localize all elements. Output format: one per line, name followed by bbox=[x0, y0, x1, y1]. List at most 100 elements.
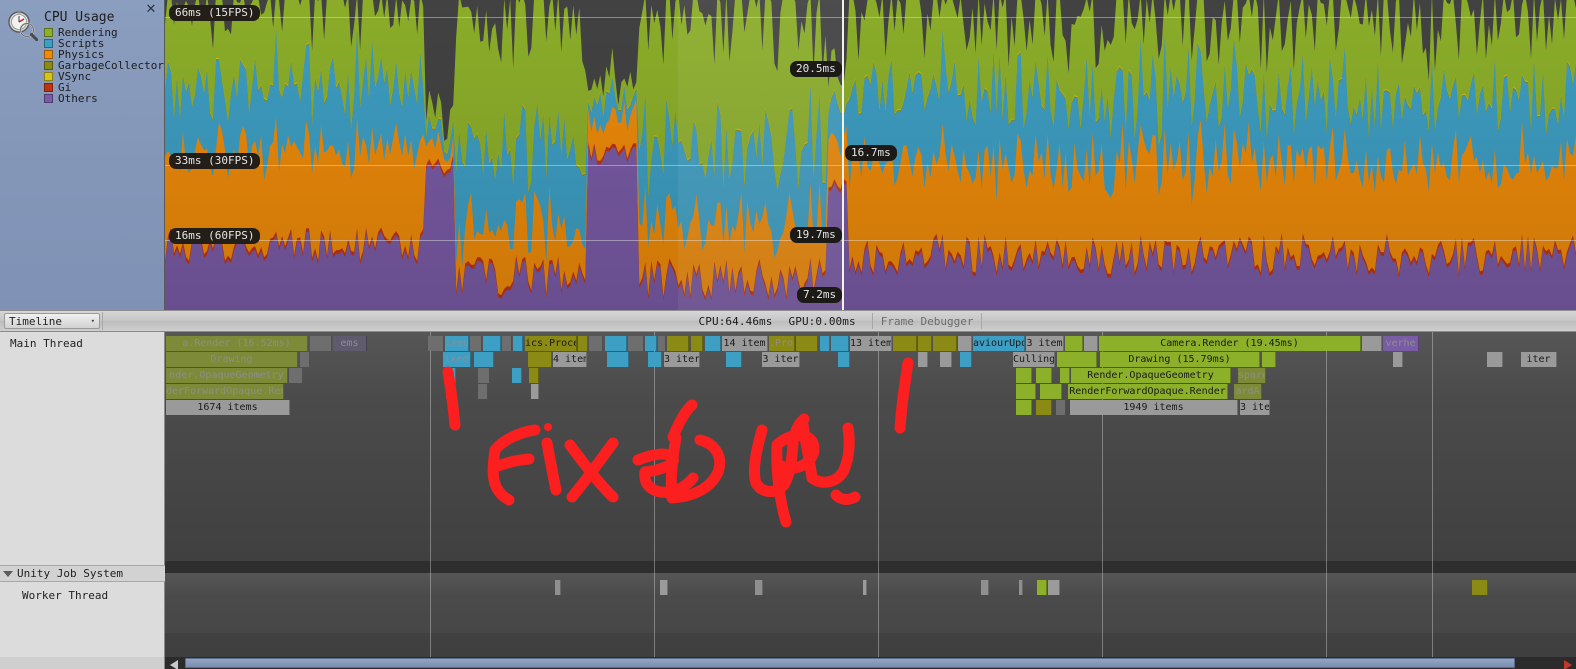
timeline-sample-main-2-1[interactable] bbox=[289, 368, 303, 383]
scrollbar-track[interactable] bbox=[165, 657, 1576, 669]
timeline-sample-main-0-15[interactable] bbox=[658, 336, 666, 351]
frame-debugger-button[interactable]: Frame Debugger bbox=[871, 313, 983, 329]
timeline-sample-main-2-7[interactable] bbox=[1036, 368, 1052, 383]
timeline-sample-main-1-20[interactable] bbox=[1487, 352, 1503, 367]
timeline-sample-main-1-0[interactable]: Drawing bbox=[166, 352, 298, 367]
timeline-sample-main-1-8[interactable]: 3 iter bbox=[664, 352, 700, 367]
timeline-sample-main-0-14[interactable] bbox=[645, 336, 657, 351]
timeline-sample-main-0-6[interactable] bbox=[483, 336, 501, 351]
timeline-sample-main-0-29[interactable]: aviourUpd bbox=[973, 336, 1025, 351]
thread-label-worker[interactable]: Worker Thread bbox=[22, 589, 108, 602]
cpu-usage-plot[interactable]: 66ms (15FPS) 33ms (30FPS) 16ms (60FPS) 2… bbox=[165, 0, 1576, 310]
timeline-sample-main-1-16[interactable] bbox=[1057, 352, 1097, 367]
timeline-sample-main-0-31[interactable] bbox=[1065, 336, 1083, 351]
timeline-sample-main-2-9[interactable]: Render.OpaqueGeometry bbox=[1071, 368, 1231, 383]
timeline-sample-main-0-3[interactable] bbox=[428, 336, 444, 351]
timeline-tracks[interactable]: a.Render (16.52ms) ems ixed ics.Proces 14 it… bbox=[165, 332, 1576, 657]
timeline-sample-worker-0-8[interactable] bbox=[1472, 580, 1488, 595]
timeline-sample-main-2-2[interactable] bbox=[446, 368, 456, 383]
frame-playhead[interactable] bbox=[842, 0, 844, 310]
timeline-sample-worker-0-3[interactable] bbox=[863, 580, 867, 595]
timeline-sample-main-0-32[interactable] bbox=[1084, 336, 1098, 351]
timeline-sample-main-2-8[interactable] bbox=[1060, 368, 1070, 383]
timeline-sample-main-1-2[interactable]: ixed bbox=[443, 352, 471, 367]
close-icon[interactable]: ✕ bbox=[144, 2, 158, 16]
timeline-sample-worker-0-6[interactable] bbox=[1037, 580, 1047, 595]
timeline-sample-main-1-21[interactable]: iter bbox=[1521, 352, 1557, 367]
timeline-sample-main-0-5[interactable] bbox=[470, 336, 482, 351]
legend-item-others[interactable]: Others bbox=[44, 93, 164, 104]
timeline-sample-main-2-0[interactable]: nder.OpaqueGeometry bbox=[166, 368, 288, 383]
timeline-sample-main-3-4[interactable] bbox=[1016, 384, 1036, 399]
timeline-sample-main-1-1[interactable] bbox=[300, 352, 310, 367]
thread-label-main[interactable]: Main Thread bbox=[10, 337, 83, 350]
timeline-sample-main-0-33[interactable]: Camera.Render (19.45ms) bbox=[1099, 336, 1361, 351]
timeline-sample-main-3-0[interactable]: derForwardOpaque.Rende bbox=[166, 384, 284, 399]
timeline-sample-main-0-35[interactable]: verhe bbox=[1383, 336, 1419, 351]
timeline-sample-main-4-4[interactable]: 1949 items bbox=[1070, 400, 1238, 415]
timeline-sample-worker-0-2[interactable] bbox=[755, 580, 763, 595]
timeline-sample-main-1-3[interactable] bbox=[474, 352, 494, 367]
timeline-sample-main-0-11[interactable] bbox=[589, 336, 603, 351]
timeline-sample-main-1-10[interactable]: 3 iter bbox=[762, 352, 800, 367]
timeline-sample-main-4-5[interactable]: 3 iter bbox=[1240, 400, 1270, 415]
timeline-sample-worker-0-7[interactable] bbox=[1048, 580, 1060, 595]
timeline-sample-main-0-4[interactable]: ixed bbox=[445, 336, 469, 351]
timeline-sample-worker-0-0[interactable] bbox=[555, 580, 561, 595]
horizontal-scrollbar[interactable] bbox=[0, 657, 1576, 669]
timeline-sample-worker-0-1[interactable] bbox=[660, 580, 668, 595]
timeline-sample-main-0-28[interactable] bbox=[958, 336, 972, 351]
timeline-sample-main-0-1[interactable] bbox=[310, 336, 332, 351]
timeline-sample-main-2-3[interactable] bbox=[478, 368, 490, 383]
timeline-sample-main-3-2[interactable] bbox=[478, 384, 488, 399]
timeline-sample-main-0-30[interactable]: 3 item bbox=[1026, 336, 1064, 351]
timeline-sample-main-0-23[interactable] bbox=[831, 336, 849, 351]
timeline-sample-main-3-3[interactable] bbox=[531, 384, 539, 399]
timeline-sample-main-0-21[interactable] bbox=[796, 336, 818, 351]
timeline-sample-main-0-13[interactable] bbox=[628, 336, 644, 351]
timeline-sample-main-1-14[interactable] bbox=[960, 352, 972, 367]
timeline-sample-main-1-9[interactable] bbox=[726, 352, 742, 367]
timeline-sample-main-1-17[interactable]: Drawing (15.79ms) bbox=[1100, 352, 1260, 367]
scrollbar-thumb[interactable] bbox=[185, 658, 1515, 668]
timeline-sample-main-0-12[interactable] bbox=[605, 336, 627, 351]
timeline-sample-main-1-11[interactable] bbox=[838, 352, 850, 367]
timeline-sample-main-3-1[interactable] bbox=[446, 384, 456, 399]
timeline-sample-main-1-6[interactable] bbox=[607, 352, 629, 367]
timeline-sample-main-0-2[interactable]: ems bbox=[333, 336, 367, 351]
timeline-sample-main-1-18[interactable] bbox=[1262, 352, 1276, 367]
timeline-sample-main-4-0[interactable]: 1674 items bbox=[166, 400, 290, 415]
timeline-sample-main-1-15[interactable]: Culling bbox=[1013, 352, 1055, 367]
timeline-sample-main-3-7[interactable]: ardA bbox=[1234, 384, 1262, 399]
timeline-sample-main-0-22[interactable] bbox=[820, 336, 830, 351]
timeline-sample-main-1-12[interactable] bbox=[918, 352, 928, 367]
timeline-sample-main-0-17[interactable] bbox=[691, 336, 703, 351]
timeline-sample-worker-0-5[interactable] bbox=[1019, 580, 1023, 595]
timeline-sample-main-4-1[interactable] bbox=[1016, 400, 1032, 415]
timeline-sample-main-1-5[interactable]: 4 item bbox=[553, 352, 587, 367]
timeline-sample-main-0-34[interactable] bbox=[1362, 336, 1382, 351]
timeline-sample-main-1-13[interactable] bbox=[940, 352, 952, 367]
timeline-sample-main-0-18[interactable] bbox=[705, 336, 721, 351]
timeline-sample-main-2-4[interactable] bbox=[512, 368, 522, 383]
timeline-sample-worker-0-4[interactable] bbox=[981, 580, 989, 595]
timeline-sample-main-4-2[interactable] bbox=[1036, 400, 1052, 415]
timeline-sample-main-2-6[interactable] bbox=[1016, 368, 1032, 383]
timeline-sample-main-4-3[interactable] bbox=[1056, 400, 1066, 415]
timeline-sample-main-0-25[interactable] bbox=[893, 336, 917, 351]
timeline-sample-main-3-5[interactable] bbox=[1040, 384, 1062, 399]
timeline-sample-main-0-0[interactable]: a.Render (16.52ms) bbox=[166, 336, 308, 351]
view-mode-dropdown[interactable]: Timeline ▾ bbox=[4, 313, 100, 329]
timeline-sample-main-0-9[interactable]: ics.Proces bbox=[525, 336, 577, 351]
timeline-sample-main-1-4[interactable] bbox=[528, 352, 552, 367]
scroll-left-arrow-icon[interactable] bbox=[170, 660, 178, 669]
timeline-sample-main-0-20[interactable]: .Proc bbox=[769, 336, 795, 351]
timeline-sample-main-0-19[interactable]: 14 item bbox=[722, 336, 768, 351]
timeline-sample-main-0-10[interactable] bbox=[578, 336, 588, 351]
timeline-sample-main-1-19[interactable] bbox=[1393, 352, 1403, 367]
scroll-right-arrow-icon[interactable] bbox=[1564, 660, 1572, 669]
thread-group-unity-job-system[interactable]: Unity Job System bbox=[0, 565, 165, 582]
timeline-sample-main-0-27[interactable] bbox=[933, 336, 957, 351]
timeline-sample-main-0-26[interactable] bbox=[918, 336, 932, 351]
timeline-sample-main-3-6[interactable]: RenderForwardOpaque.Render bbox=[1068, 384, 1228, 399]
